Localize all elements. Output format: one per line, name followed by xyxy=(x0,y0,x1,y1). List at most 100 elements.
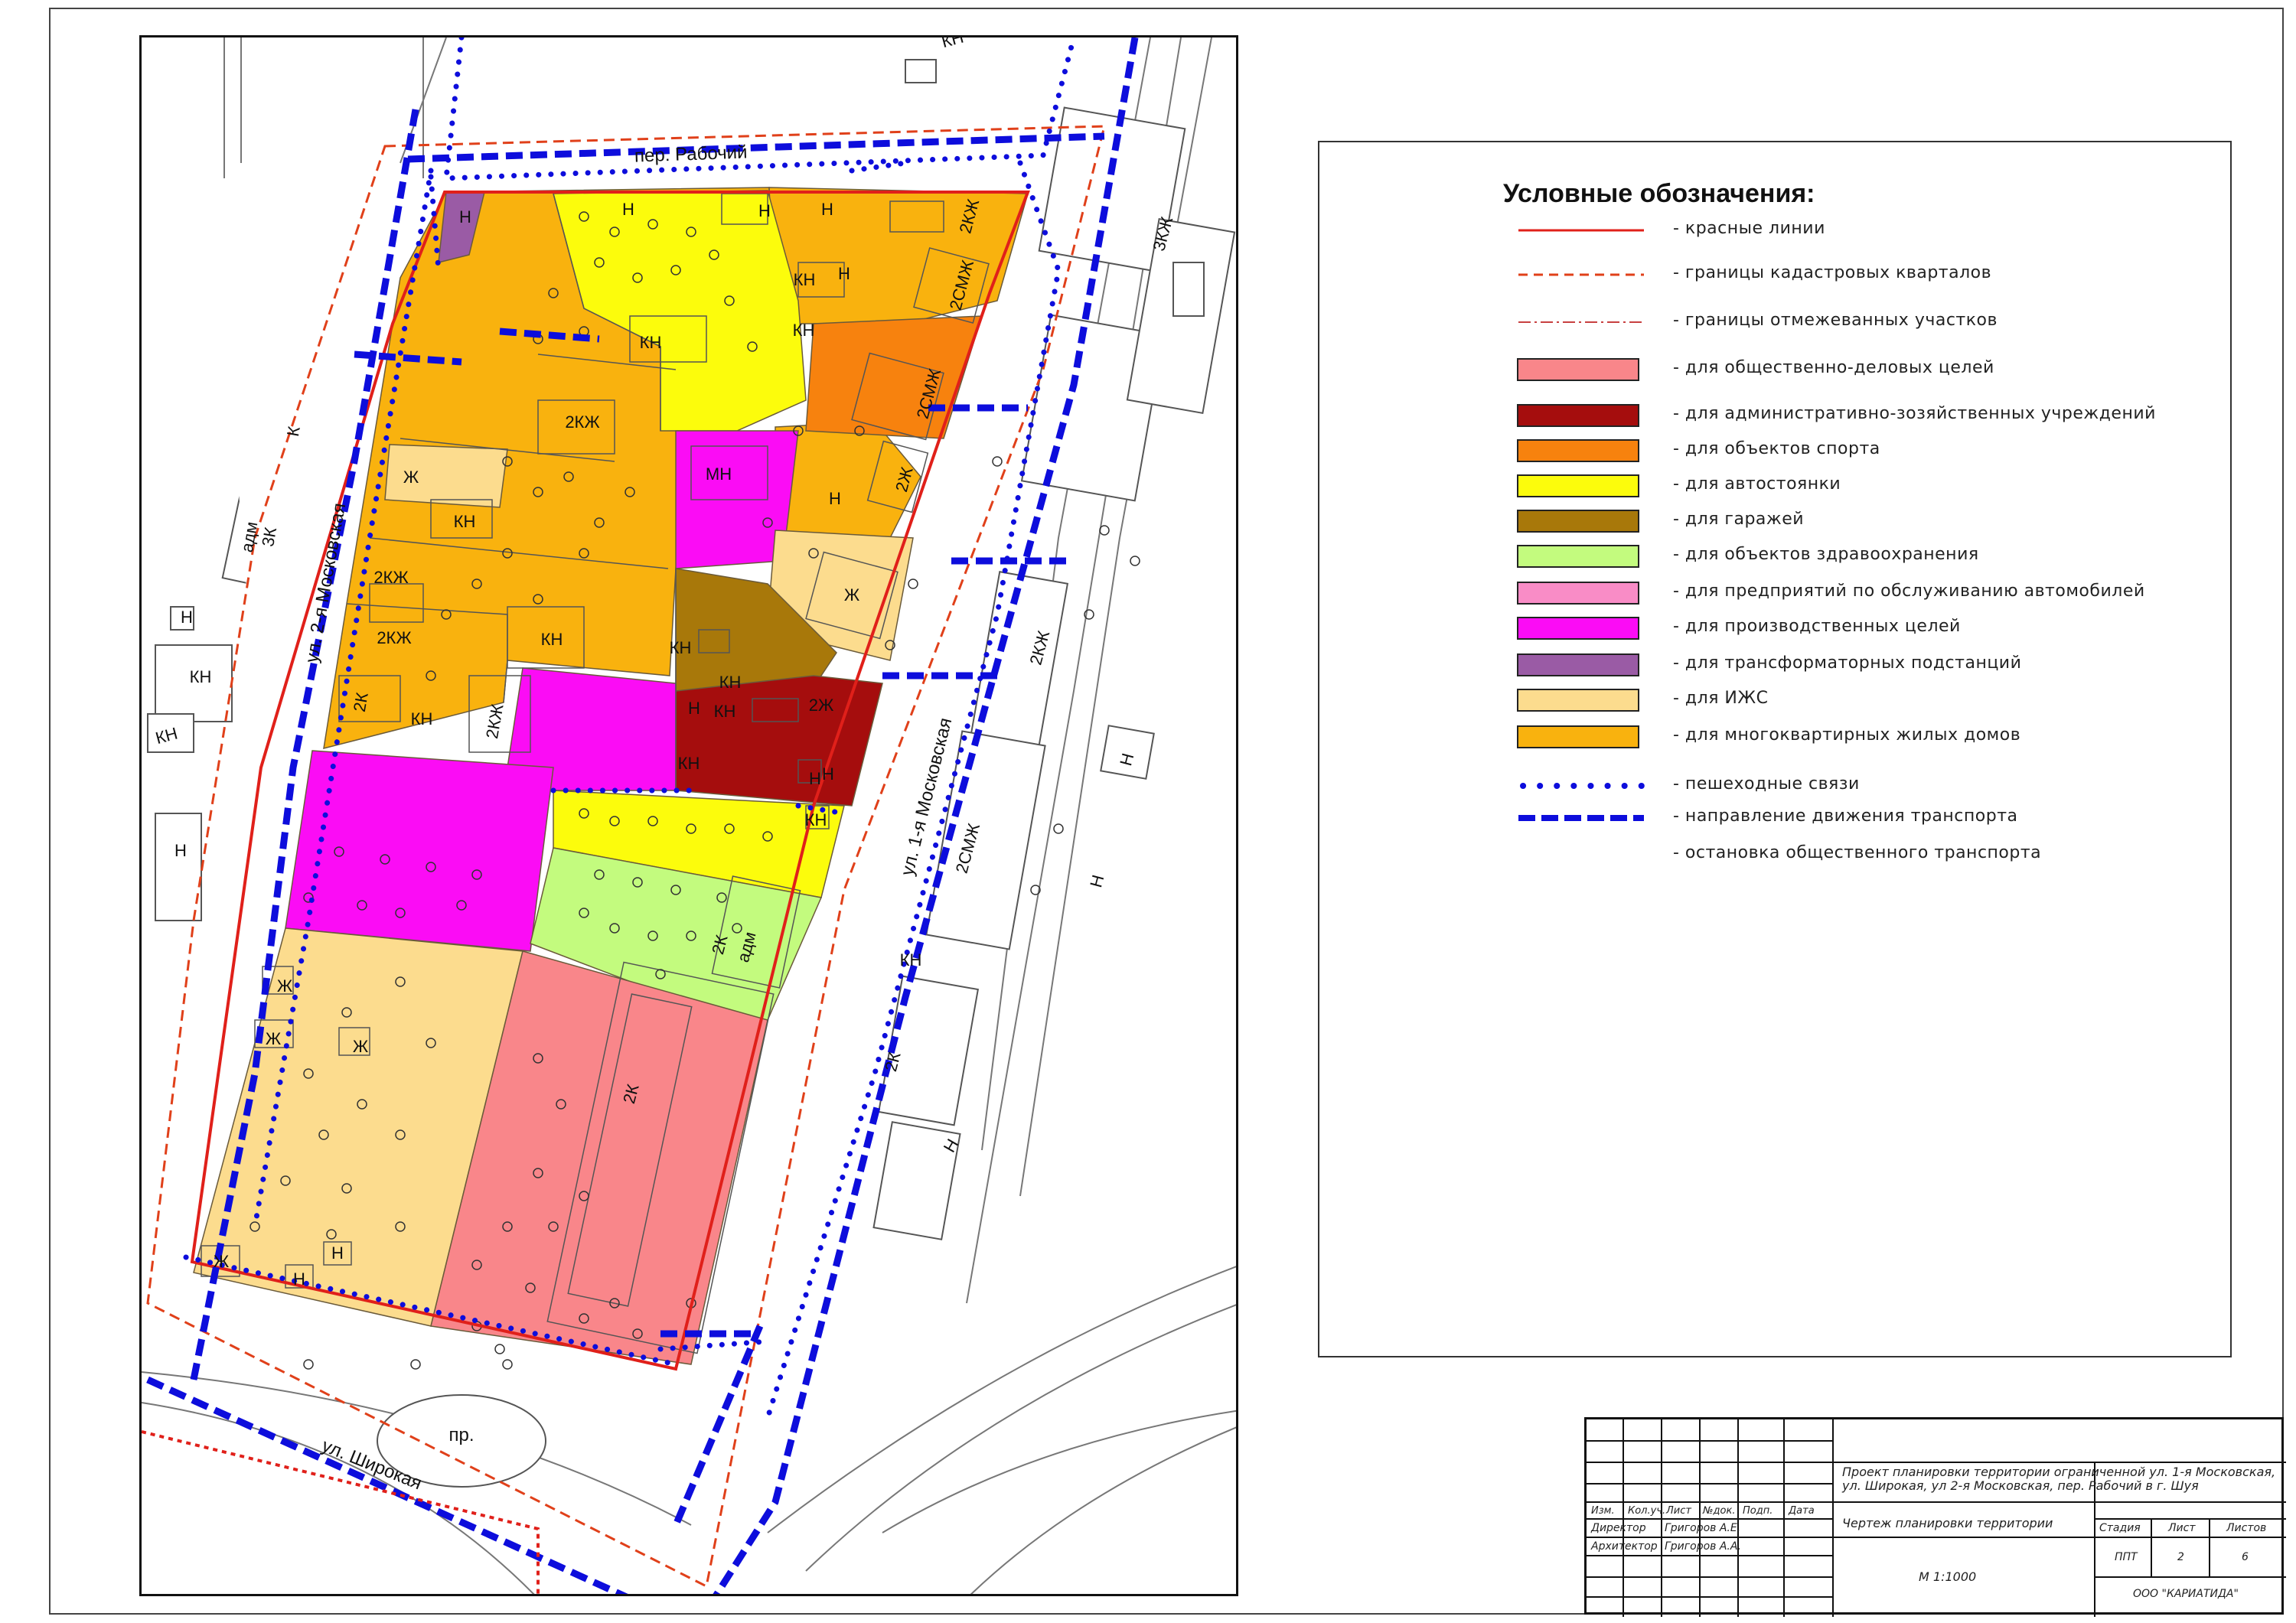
legend-label: - остановка общественного транспорта xyxy=(1673,843,2042,862)
revision-column-header: Кол.уч. xyxy=(1628,1505,1666,1517)
legend-label: - для автостоянки xyxy=(1673,474,1841,494)
legend-line-symbol xyxy=(1518,229,1644,232)
sheets-value: 6 xyxy=(2242,1551,2249,1563)
tree-icon xyxy=(1053,823,1064,834)
building-label: Ж xyxy=(277,976,293,996)
legend-item: - для многоквартирных жилых домов xyxy=(1319,722,2230,751)
building-label: 2КЖ xyxy=(377,628,412,647)
building-label: КН xyxy=(541,630,563,649)
building-label: Н xyxy=(181,608,193,627)
legend-item: - для объектов здравоохранения xyxy=(1319,542,2230,571)
building-label: Ж xyxy=(844,585,860,605)
planning-map: Н Н Н Н Н 2КЖ 2СМЖ КН КН КН 2КЖ 2СМЖ МН Ж КН 2КЖ 2Ж Н Ж 2КЖ… xyxy=(139,35,1238,1596)
building-label: КН xyxy=(411,709,433,728)
building-label: Н xyxy=(622,200,634,219)
building-label: КН xyxy=(794,270,816,289)
name-architect: Григоров А.А. xyxy=(1665,1540,1741,1553)
legend-item: - направление движения транспорта xyxy=(1319,803,2230,833)
legend-label: - границы отмежеванных участков xyxy=(1673,311,1998,330)
legend-item: - красные линии xyxy=(1319,216,2230,245)
zone-multiapartment-ne xyxy=(768,187,1029,324)
building-label: Ж xyxy=(353,1037,369,1056)
building-label: Н xyxy=(838,264,850,283)
building-label: Н xyxy=(822,764,834,784)
legend-label: - для объектов здравоохранения xyxy=(1673,545,1979,564)
tree-icon xyxy=(992,456,1003,467)
tree-icon xyxy=(1130,556,1140,566)
legend-swatch xyxy=(1517,358,1639,381)
building-label: Н xyxy=(809,769,821,788)
legend-swatch xyxy=(1517,725,1639,748)
legend-item: - границы отмежеванных участков xyxy=(1319,308,2230,337)
legend-label: - для ИЖС xyxy=(1673,689,1769,708)
building-label: Н xyxy=(821,200,833,219)
legend-item: - для объектов спорта xyxy=(1319,436,2230,465)
legend-label: - для предприятий по обслуживанию автомо… xyxy=(1673,582,2145,601)
legend-item: - для производственных целей xyxy=(1319,614,2230,643)
zone-production-w xyxy=(285,750,554,952)
revision-column-header: Лист xyxy=(1666,1505,1691,1517)
legend-line-symbol xyxy=(1518,321,1644,323)
legend-swatch xyxy=(1517,653,1639,676)
building-label: Н xyxy=(829,489,841,508)
street-label-rabochiy: пер. Рабочий xyxy=(634,142,748,166)
building-label: КН xyxy=(793,321,815,340)
sheet-value: 2 xyxy=(2177,1551,2184,1563)
building-label: 2Ж xyxy=(809,696,834,715)
legend-line-symbol xyxy=(1520,783,1647,789)
building-label: Н xyxy=(174,841,187,860)
tree-icon xyxy=(908,578,918,589)
company-name: ООО "КАРИАТИДА" xyxy=(2133,1588,2239,1600)
building-label: КН xyxy=(805,810,827,829)
legend-item: - пешеходные связи xyxy=(1319,771,2230,800)
tree-icon xyxy=(303,1359,314,1370)
legend-label: - красные линии xyxy=(1673,219,1825,238)
revision-column-header: №док. xyxy=(1703,1505,1736,1517)
revision-column-header: Подп. xyxy=(1743,1505,1773,1517)
legend-item: - для трансформаторных подстанций xyxy=(1319,650,2230,680)
building-label: КН xyxy=(900,950,922,970)
legend-swatch xyxy=(1517,545,1639,568)
building-label: Ж xyxy=(403,468,419,487)
legend-label: - для трансформаторных подстанций xyxy=(1673,653,2022,673)
zone-sports xyxy=(805,315,983,439)
legend-item: - для общественно-деловых целей xyxy=(1319,355,2230,384)
building-label: КН xyxy=(640,333,662,352)
name-director: Григоров А.Е. xyxy=(1665,1522,1741,1534)
title-block: Проект планировки территории ограниченно… xyxy=(1584,1417,2286,1617)
legend-swatch xyxy=(1517,439,1639,462)
sheets-header: Листов xyxy=(2226,1522,2267,1534)
building-label: 2К xyxy=(350,691,372,713)
sheet-header: Лист xyxy=(2168,1522,2196,1534)
revision-column-header: Изм. xyxy=(1591,1505,1615,1517)
legend-swatch xyxy=(1517,582,1639,605)
tree-icon xyxy=(410,1359,421,1370)
scale-label: М 1:1000 xyxy=(1919,1569,1977,1584)
building-label: Н xyxy=(459,207,471,227)
building-label: Н xyxy=(1086,873,1107,890)
legend-label: - для объектов спорта xyxy=(1673,439,1880,458)
building-label: 2КЖ xyxy=(565,412,600,432)
legend-swatch xyxy=(1517,404,1639,427)
building-label: Ж xyxy=(214,1252,230,1271)
legend-item: - для административно-зозяйственных учре… xyxy=(1319,401,2230,430)
legend-label: - для административно-зозяйственных учре… xyxy=(1673,404,2156,423)
legend-label: - для гаражей xyxy=(1673,510,1805,529)
role-director: Директор xyxy=(1591,1522,1646,1534)
revision-column-header: Дата xyxy=(1789,1505,1815,1517)
legend-label: - для общественно-деловых целей xyxy=(1673,358,1994,377)
legend-label: - для многоквартирных жилых домов xyxy=(1673,725,2021,745)
tree-icon xyxy=(494,1344,505,1354)
legend-item: - для автостоянки xyxy=(1319,471,2230,500)
building-label: КН xyxy=(719,673,742,692)
label-adm-3k: 3К xyxy=(258,526,280,548)
building-label: Ж xyxy=(266,1029,282,1048)
legend-swatch xyxy=(1517,689,1639,712)
legend-item: - для гаражей xyxy=(1319,507,2230,536)
building-label: Н xyxy=(331,1243,344,1263)
legend-item: - для ИЖС xyxy=(1319,686,2230,715)
legend-panel: Условные обозначения: - красные линии - г… xyxy=(1318,141,2232,1357)
tree-icon xyxy=(1099,525,1110,536)
legend-label: - границы кадастровых кварталов xyxy=(1673,263,1992,282)
legend-item: - для предприятий по обслуживанию автомо… xyxy=(1319,578,2230,608)
